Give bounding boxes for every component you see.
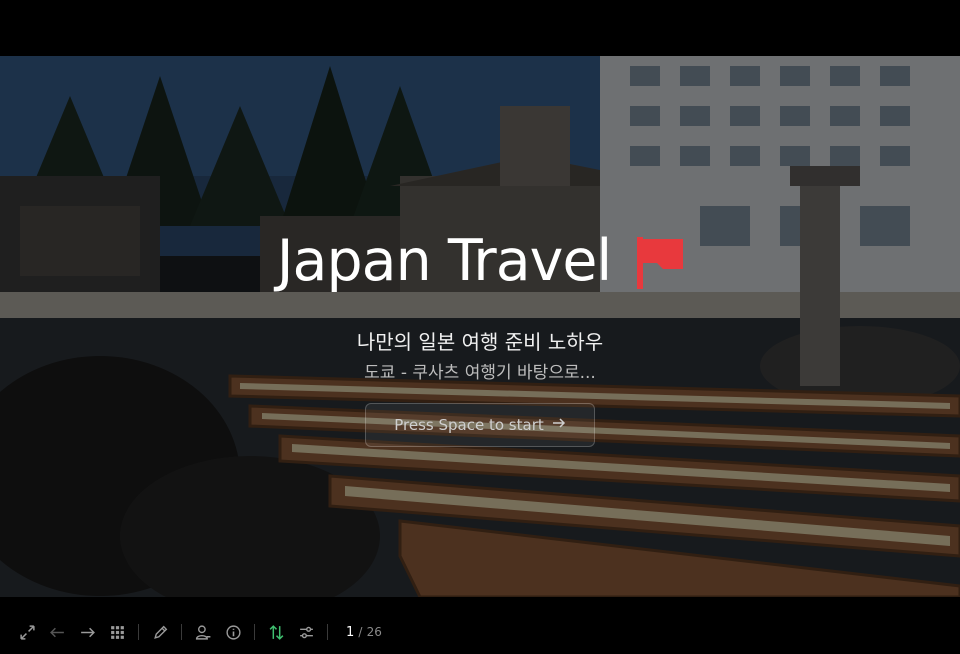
toolbar-divider: [138, 624, 139, 640]
fullscreen-button[interactable]: [12, 617, 42, 647]
slide-content: Japan Travel 나만의 일본 여행 준비 노하우 도쿄 - 쿠사츠 여…: [0, 56, 960, 597]
info-icon: [225, 624, 241, 640]
navigation-toggle-button[interactable]: [261, 617, 291, 647]
arrow-right-icon: [552, 416, 566, 434]
sliders-icon: [299, 626, 313, 638]
total-slide-count: 26: [366, 624, 382, 639]
slide-subtitle: 나만의 일본 여행 준비 노하우: [356, 330, 604, 354]
toolbar-divider: [327, 624, 328, 640]
grid-icon: [110, 625, 124, 639]
slide: Japan Travel 나만의 일본 여행 준비 노하우 도쿄 - 쿠사츠 여…: [0, 56, 960, 597]
slide-tagline: 도쿄 - 쿠사츠 여행기 바탕으로...: [364, 363, 596, 383]
previous-slide-button[interactable]: [42, 617, 72, 647]
overview-button[interactable]: [102, 617, 132, 647]
pencil-icon: [153, 625, 167, 639]
arrows-up-down-icon: [269, 624, 283, 640]
presentation-toolbar: 1 / 26: [0, 610, 960, 654]
slide-count-separator: /: [358, 624, 363, 639]
expand-icon: [19, 624, 35, 640]
start-button[interactable]: Press Space to start: [365, 403, 595, 447]
next-slide-button[interactable]: [72, 617, 102, 647]
user-icon: [195, 624, 210, 640]
title-row: Japan Travel: [0, 226, 960, 296]
arrow-left-icon: [49, 627, 64, 637]
toolbar-divider: [254, 624, 255, 640]
current-slide-number: 1: [346, 624, 355, 640]
toolbar-divider: [181, 624, 182, 640]
settings-button[interactable]: [291, 617, 321, 647]
slide-counter: 1 / 26: [346, 625, 382, 640]
info-button[interactable]: [218, 617, 248, 647]
presenter-button[interactable]: [188, 617, 218, 647]
arrow-right-icon: [80, 627, 95, 637]
slide-title: Japan Travel: [276, 228, 613, 294]
draw-button[interactable]: [145, 617, 175, 647]
red-flag-icon: [637, 237, 684, 289]
start-button-label: Press Space to start: [394, 416, 544, 434]
